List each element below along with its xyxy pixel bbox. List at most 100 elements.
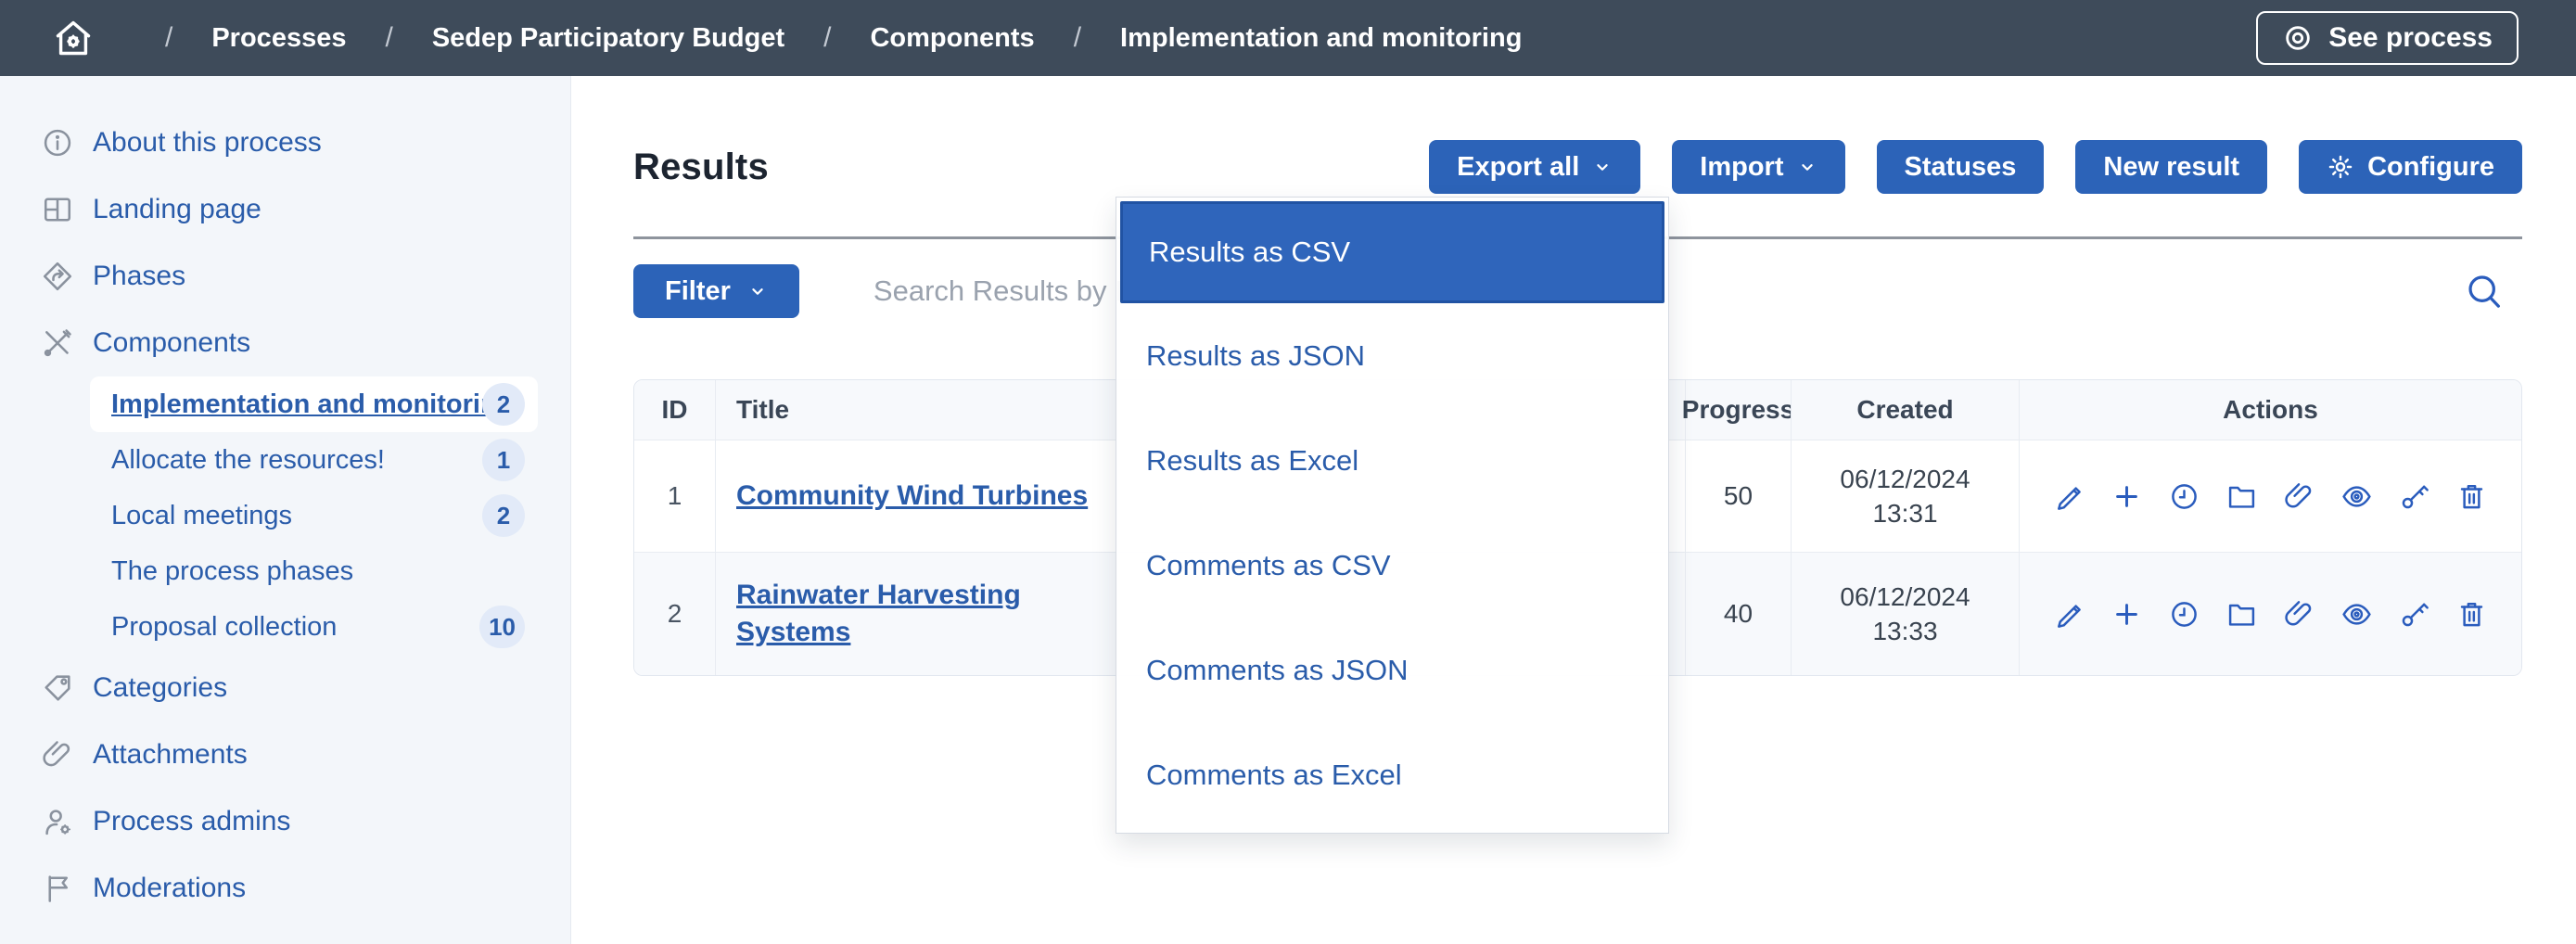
paperclip-icon xyxy=(41,738,74,772)
count-badge: 1 xyxy=(482,439,525,481)
home-icon[interactable] xyxy=(52,17,95,59)
tag-icon xyxy=(41,671,74,705)
sidebar-item-moderations[interactable]: Moderations xyxy=(0,855,570,922)
delete-button[interactable] xyxy=(2455,598,2488,631)
history-button[interactable] xyxy=(2168,598,2200,631)
sidebar: About this process Landing page Phases C… xyxy=(0,76,571,944)
sidebar-subitem-proposal-collection[interactable]: Proposal collection 10 xyxy=(90,599,538,655)
plus-icon xyxy=(2111,480,2143,513)
sidebar-item-label: Process admins xyxy=(93,806,290,837)
new-result-button[interactable]: New result xyxy=(2075,140,2267,194)
sidebar-item-label: Attachments xyxy=(93,739,248,771)
sidebar-subitem-label: Local meetings xyxy=(111,501,292,531)
menu-item-comments-as-json[interactable]: Comments as JSON xyxy=(1120,618,1664,722)
sidebar-item-label: Landing page xyxy=(93,194,261,225)
plus-icon xyxy=(2111,598,2143,631)
statuses-button[interactable]: Statuses xyxy=(1877,140,2045,194)
menu-item-results-as-json[interactable]: Results as JSON xyxy=(1120,303,1664,408)
menu-item-results-as-excel[interactable]: Results as Excel xyxy=(1120,408,1664,513)
export-all-button[interactable]: Export all xyxy=(1429,140,1640,194)
sidebar-subitem-implementation-and-monitoring[interactable]: Implementation and monitoring 2 xyxy=(90,376,538,432)
sidebar-item-attachments[interactable]: Attachments xyxy=(0,721,570,788)
edit-button[interactable] xyxy=(2053,598,2085,631)
count-badge: 2 xyxy=(482,383,525,426)
key-icon xyxy=(2398,480,2430,513)
sidebar-subitem-local-meetings[interactable]: Local meetings 2 xyxy=(90,488,538,543)
folder-icon xyxy=(2225,598,2258,631)
row-progress: 50 xyxy=(1685,440,1791,552)
preview-button[interactable] xyxy=(2340,480,2373,513)
filter-button[interactable]: Filter xyxy=(633,264,799,318)
breadcrumb-separator: / xyxy=(385,22,392,54)
menu-item-comments-as-excel[interactable]: Comments as Excel xyxy=(1120,722,1664,827)
configure-button[interactable]: Configure xyxy=(2299,140,2522,194)
row-title-cell: Rainwater Harvesting Systems xyxy=(715,553,1117,675)
sidebar-item-components[interactable]: Components xyxy=(0,310,570,376)
created-date: 06/12/2024 xyxy=(1840,462,1970,496)
filter-label: Filter xyxy=(665,276,731,307)
breadcrumb-item-processes[interactable]: Processes xyxy=(211,23,346,54)
import-button[interactable]: Import xyxy=(1672,140,1844,194)
breadcrumb: / Processes / Sedep Participatory Budget… xyxy=(126,22,1522,54)
export-all-label: Export all xyxy=(1457,152,1579,183)
search-button[interactable] xyxy=(2463,270,2506,313)
folder-button[interactable] xyxy=(2225,480,2258,513)
result-title-link[interactable]: Rainwater Harvesting Systems xyxy=(736,577,1097,651)
preview-button[interactable] xyxy=(2340,598,2373,631)
row-id: 1 xyxy=(634,440,715,552)
sidebar-item-label: Categories xyxy=(93,672,227,704)
created-time: 13:33 xyxy=(1872,614,1937,648)
breadcrumb-item-process[interactable]: Sedep Participatory Budget xyxy=(432,23,784,54)
topbar: / Processes / Sedep Participatory Budget… xyxy=(0,0,2576,76)
header-progress: Progress xyxy=(1685,380,1791,440)
pencil-icon xyxy=(2053,480,2085,513)
chevron-down-icon xyxy=(1592,157,1613,177)
breadcrumb-item-components[interactable]: Components xyxy=(870,23,1034,54)
permissions-button[interactable] xyxy=(2398,598,2430,631)
row-title-cell: Community Wind Turbines xyxy=(715,440,1117,552)
add-button[interactable] xyxy=(2111,598,2143,631)
search-icon xyxy=(2463,270,2506,313)
user-gear-icon xyxy=(41,805,74,838)
export-menu: Results as CSV Results as JSON Results a… xyxy=(1116,197,1669,834)
sidebar-item-label: Phases xyxy=(93,261,185,292)
sidebar-item-categories[interactable]: Categories xyxy=(0,655,570,721)
header-title: Title xyxy=(715,380,1117,440)
clock-icon xyxy=(2168,598,2200,631)
sidebar-item-about[interactable]: About this process xyxy=(0,109,570,176)
new-result-label: New result xyxy=(2103,152,2239,183)
row-actions xyxy=(2019,440,2521,552)
attachments-button[interactable] xyxy=(2283,480,2315,513)
components-subnav: Implementation and monitoring 2 Allocate… xyxy=(0,376,570,655)
sidebar-item-label: About this process xyxy=(93,127,322,159)
permissions-button[interactable] xyxy=(2398,480,2430,513)
sidebar-item-label: Components xyxy=(93,327,250,359)
edit-button[interactable] xyxy=(2053,480,2085,513)
see-process-button[interactable]: See process xyxy=(2256,11,2519,65)
sidebar-subitem-allocate-the-resources[interactable]: Allocate the resources! 1 xyxy=(90,432,538,488)
breadcrumb-item-current-component[interactable]: Implementation and monitoring xyxy=(1120,23,1522,54)
created-date: 06/12/2024 xyxy=(1840,580,1970,614)
add-button[interactable] xyxy=(2111,480,2143,513)
history-button[interactable] xyxy=(2168,480,2200,513)
menu-item-comments-as-csv[interactable]: Comments as CSV xyxy=(1120,513,1664,618)
row-id: 2 xyxy=(634,553,715,675)
toolbar: Export all Import Statuses New result Co… xyxy=(1429,140,2522,194)
attachments-button[interactable] xyxy=(2283,598,2315,631)
sidebar-subitem-label: Allocate the resources! xyxy=(111,445,385,476)
count-badge: 2 xyxy=(482,494,525,537)
sidebar-item-landing-page[interactable]: Landing page xyxy=(0,176,570,243)
sidebar-item-process-admins[interactable]: Process admins xyxy=(0,788,570,855)
delete-button[interactable] xyxy=(2455,480,2488,513)
chevron-down-icon xyxy=(1797,157,1817,177)
folder-button[interactable] xyxy=(2225,598,2258,631)
menu-item-results-as-csv[interactable]: Results as CSV xyxy=(1120,201,1664,303)
sidebar-subitem-label: Implementation and monitoring xyxy=(111,389,513,420)
clock-icon xyxy=(2168,480,2200,513)
header-actions: Actions xyxy=(2019,380,2521,440)
sidebar-item-phases[interactable]: Phases xyxy=(0,243,570,310)
sidebar-item-label: Moderations xyxy=(93,873,246,904)
see-process-label: See process xyxy=(2328,22,2493,54)
sidebar-subitem-the-process-phases[interactable]: The process phases xyxy=(90,543,538,599)
result-title-link[interactable]: Community Wind Turbines xyxy=(736,478,1088,515)
